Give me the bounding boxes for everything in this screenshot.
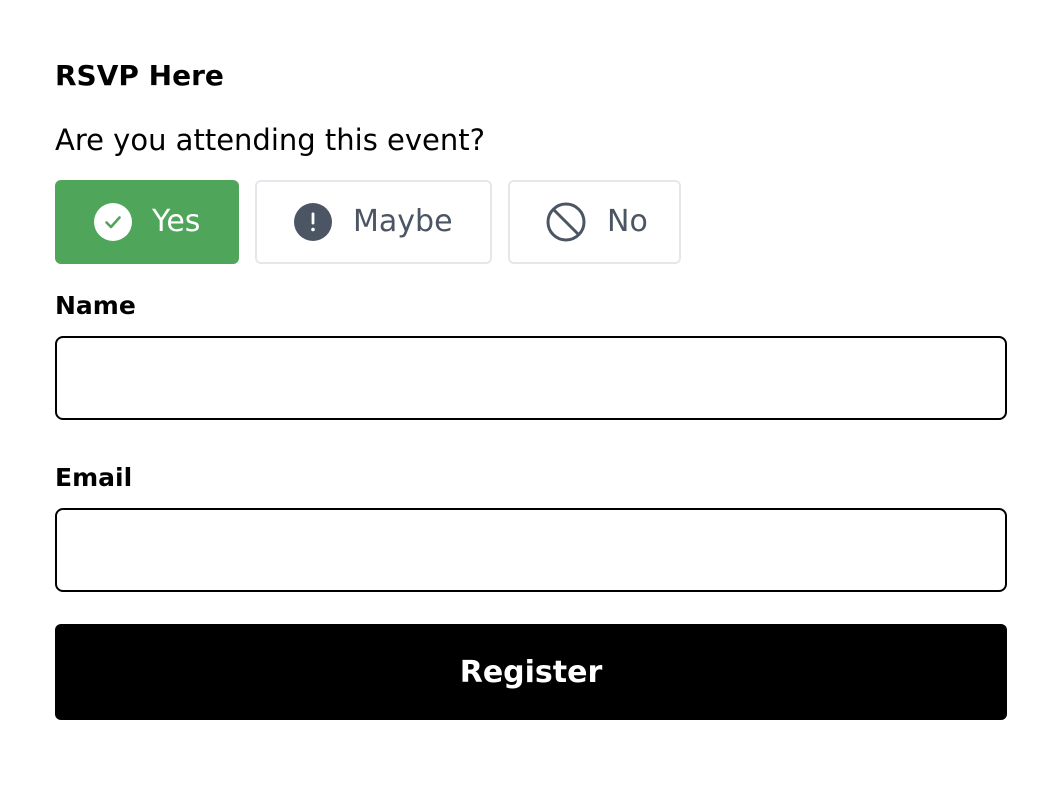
option-no-button[interactable]: No <box>508 180 681 264</box>
attendance-question: Are you attending this event? <box>55 123 486 157</box>
name-input[interactable] <box>55 336 1007 420</box>
option-yes-button[interactable]: Yes <box>55 180 239 264</box>
exclamation-circle-icon <box>293 202 333 242</box>
option-yes-label: Yes <box>152 204 201 239</box>
email-input[interactable] <box>55 508 1007 592</box>
check-circle-icon <box>93 202 133 242</box>
option-maybe-label: Maybe <box>353 204 453 239</box>
register-button[interactable]: Register <box>55 624 1007 720</box>
option-no-label: No <box>607 204 648 239</box>
email-label: Email <box>55 463 133 492</box>
name-label: Name <box>55 291 136 320</box>
option-maybe-button[interactable]: Maybe <box>255 180 492 264</box>
ban-icon <box>546 202 586 242</box>
form-title: RSVP Here <box>55 59 224 92</box>
